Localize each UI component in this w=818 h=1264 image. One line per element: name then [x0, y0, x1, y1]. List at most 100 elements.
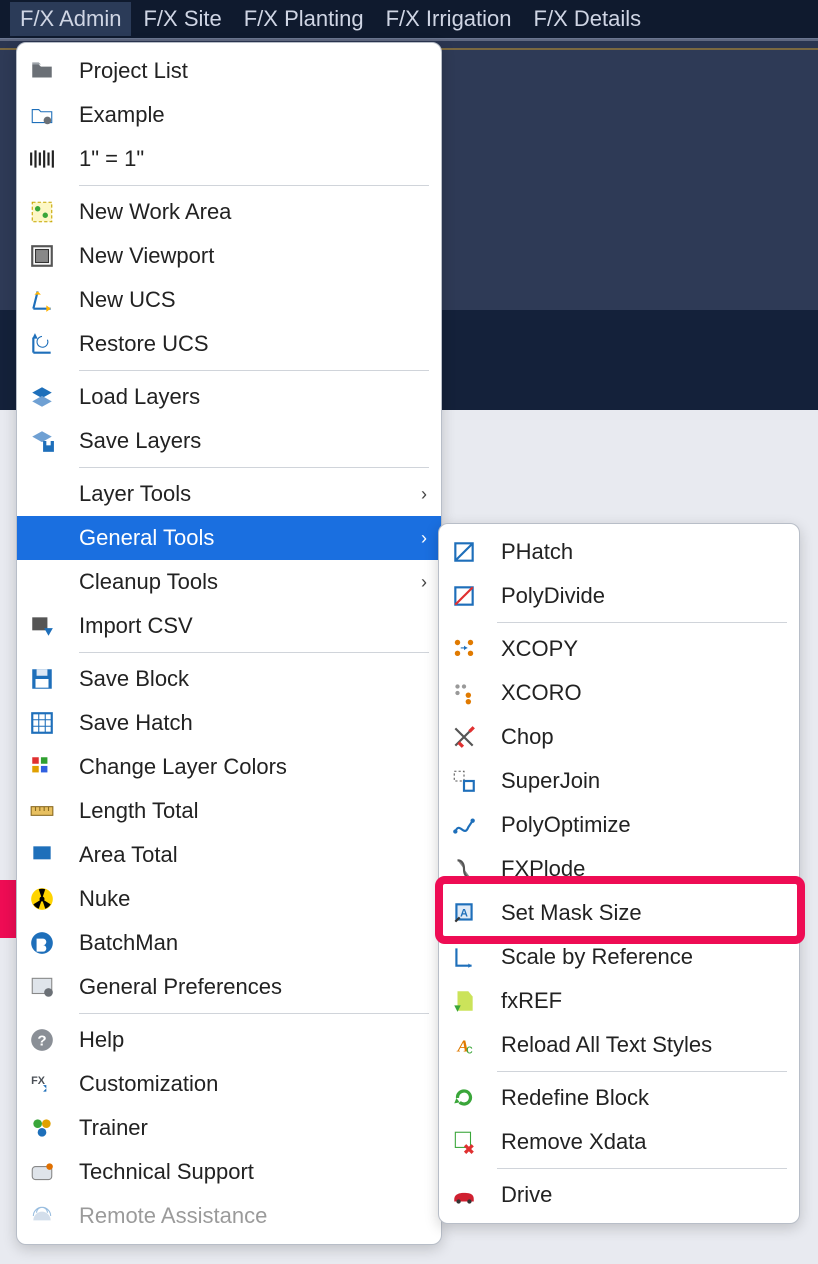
submenu-item-reload-all-text-styles[interactable]: AcReload All Text Styles [439, 1023, 799, 1067]
menu-item-label: Redefine Block [501, 1085, 649, 1111]
menu-item-label: Technical Support [79, 1159, 254, 1185]
dropdown-item-nuke[interactable]: Nuke [17, 877, 441, 921]
menu-item-label: Length Total [79, 798, 198, 824]
menu-item-label: XCORO [501, 680, 582, 706]
dropdown-item-length-total[interactable]: Length Total [17, 789, 441, 833]
trainer-icon [25, 1111, 59, 1145]
dropdown-item-trainer[interactable]: Trainer [17, 1106, 441, 1150]
menu-item-label: SuperJoin [501, 768, 600, 794]
menubar-item-site[interactable]: F/X Site [133, 2, 231, 36]
menu-item-label: Layer Tools [79, 481, 191, 507]
dropdown-item-technical-support[interactable]: Technical Support [17, 1150, 441, 1194]
menu-item-label: Chop [501, 724, 554, 750]
submenu-item-polydivide[interactable]: PolyDivide [439, 574, 799, 618]
fxplode-icon [447, 852, 481, 886]
area-icon [25, 838, 59, 872]
blank-icon [25, 565, 59, 599]
dropdown-item-project-list[interactable]: Project List [17, 49, 441, 93]
dropdown-item-1-1-[interactable]: 1" = 1" [17, 137, 441, 181]
submenu-item-chop[interactable]: Chop [439, 715, 799, 759]
submenu-item-redefine-block[interactable]: Redefine Block [439, 1076, 799, 1120]
remove-xdata-icon [447, 1125, 481, 1159]
menu-item-label: BatchMan [79, 930, 178, 956]
menu-item-label: New Viewport [79, 243, 214, 269]
menu-item-label: New Work Area [79, 199, 231, 225]
dropdown-item-save-layers[interactable]: Save Layers [17, 419, 441, 463]
svg-text:?: ? [37, 1032, 46, 1049]
submenu-item-xcoro[interactable]: XCORO [439, 671, 799, 715]
submenu-item-fxref[interactable]: fxREF [439, 979, 799, 1023]
submenu-item-scale-by-reference[interactable]: Scale by Reference [439, 935, 799, 979]
menubar-item-irrigation[interactable]: F/X Irrigation [376, 2, 522, 36]
menu-item-label: Restore UCS [79, 331, 209, 357]
dropdown-item-layer-tools[interactable]: Layer Tools› [17, 472, 441, 516]
dropdown-item-save-hatch[interactable]: Save Hatch [17, 701, 441, 745]
car-icon [447, 1178, 481, 1212]
dropdown-item-restore-ucs[interactable]: Restore UCS [17, 322, 441, 366]
svg-text:A: A [460, 907, 468, 919]
blank-icon [25, 521, 59, 555]
dropdown-item-cleanup-tools[interactable]: Cleanup Tools › [17, 560, 441, 604]
dropdown-item-new-ucs[interactable]: New UCS [17, 278, 441, 322]
remote-icon [25, 1199, 59, 1233]
save-layers-icon [25, 424, 59, 458]
phatch-icon [447, 535, 481, 569]
help-icon: ? [25, 1023, 59, 1057]
dropdown-item-help[interactable]: ?Help [17, 1018, 441, 1062]
nuke-icon [25, 882, 59, 916]
menu-item-label: Remote Assistance [79, 1203, 267, 1229]
submenu-general-tools: PHatchPolyDivide XCOPY XCORO Chop SuperJoin P… [438, 523, 800, 1224]
submenu-item-fxplode[interactable]: FXPlode [439, 847, 799, 891]
menubar-item-details[interactable]: F/X Details [524, 2, 652, 36]
mask-icon: A [447, 896, 481, 930]
menu-item-label: Project List [79, 58, 188, 84]
menubar-item-planting[interactable]: F/X Planting [234, 2, 374, 36]
submenu-item-xcopy[interactable]: XCOPY [439, 627, 799, 671]
menu-item-label: Save Hatch [79, 710, 193, 736]
fxref-icon [447, 984, 481, 1018]
import-csv-icon [25, 609, 59, 643]
blank-icon [25, 477, 59, 511]
menubar-item-admin[interactable]: F/X Admin [10, 2, 131, 36]
chop-icon [447, 720, 481, 754]
menu-item-label: Save Block [79, 666, 189, 692]
colors-icon [25, 750, 59, 784]
dropdown-item-remote-assistance[interactable]: Remote Assistance [17, 1194, 441, 1238]
submenu-item-drive[interactable]: Drive [439, 1173, 799, 1217]
submenu-item-remove-xdata[interactable]: Remove Xdata [439, 1120, 799, 1164]
dropdown-item-new-viewport[interactable]: New Viewport [17, 234, 441, 278]
dropdown-item-example[interactable]: Example [17, 93, 441, 137]
dropdown-item-new-work-area[interactable]: New Work Area [17, 190, 441, 234]
dropdown-item-import-csv[interactable]: Import CSV [17, 604, 441, 648]
menu-item-label: Cleanup Tools [79, 569, 218, 595]
menu-item-label: fxREF [501, 988, 562, 1014]
work-area-icon [25, 195, 59, 229]
superjoin-icon [447, 764, 481, 798]
menu-item-label: Change Layer Colors [79, 754, 287, 780]
submenu-item-polyoptimize[interactable]: PolyOptimize [439, 803, 799, 847]
folder-gear-icon [25, 98, 59, 132]
xcoro-icon [447, 676, 481, 710]
dropdown-item-general-tools[interactable]: General Tools› [17, 516, 441, 560]
menu-item-label: Import CSV [79, 613, 193, 639]
menu-item-label: Scale by Reference [501, 944, 693, 970]
submenu-item-set-mask-size[interactable]: A Set Mask Size [439, 891, 799, 935]
submenu-item-phatch[interactable]: PHatch [439, 530, 799, 574]
folder-icon [25, 54, 59, 88]
menu-item-label: Example [79, 102, 165, 128]
viewport-icon [25, 239, 59, 273]
menu-item-label: Set Mask Size [501, 900, 642, 926]
dropdown-item-general-preferences[interactable]: General Preferences [17, 965, 441, 1009]
menu-item-label: New UCS [79, 287, 176, 313]
dropdown-item-save-block[interactable]: Save Block [17, 657, 441, 701]
submenu-item-superjoin[interactable]: SuperJoin [439, 759, 799, 803]
chevron-right-icon: › [421, 528, 427, 549]
menu-item-label: Load Layers [79, 384, 200, 410]
dropdown-item-load-layers[interactable]: Load Layers [17, 375, 441, 419]
redefine-icon [447, 1081, 481, 1115]
chevron-right-icon: › [421, 572, 427, 593]
dropdown-item-area-total[interactable]: Area Total [17, 833, 441, 877]
dropdown-item-change-layer-colors[interactable]: Change Layer Colors [17, 745, 441, 789]
dropdown-item-batchman[interactable]: BatchMan [17, 921, 441, 965]
dropdown-item-customization[interactable]: FXCustomization [17, 1062, 441, 1106]
